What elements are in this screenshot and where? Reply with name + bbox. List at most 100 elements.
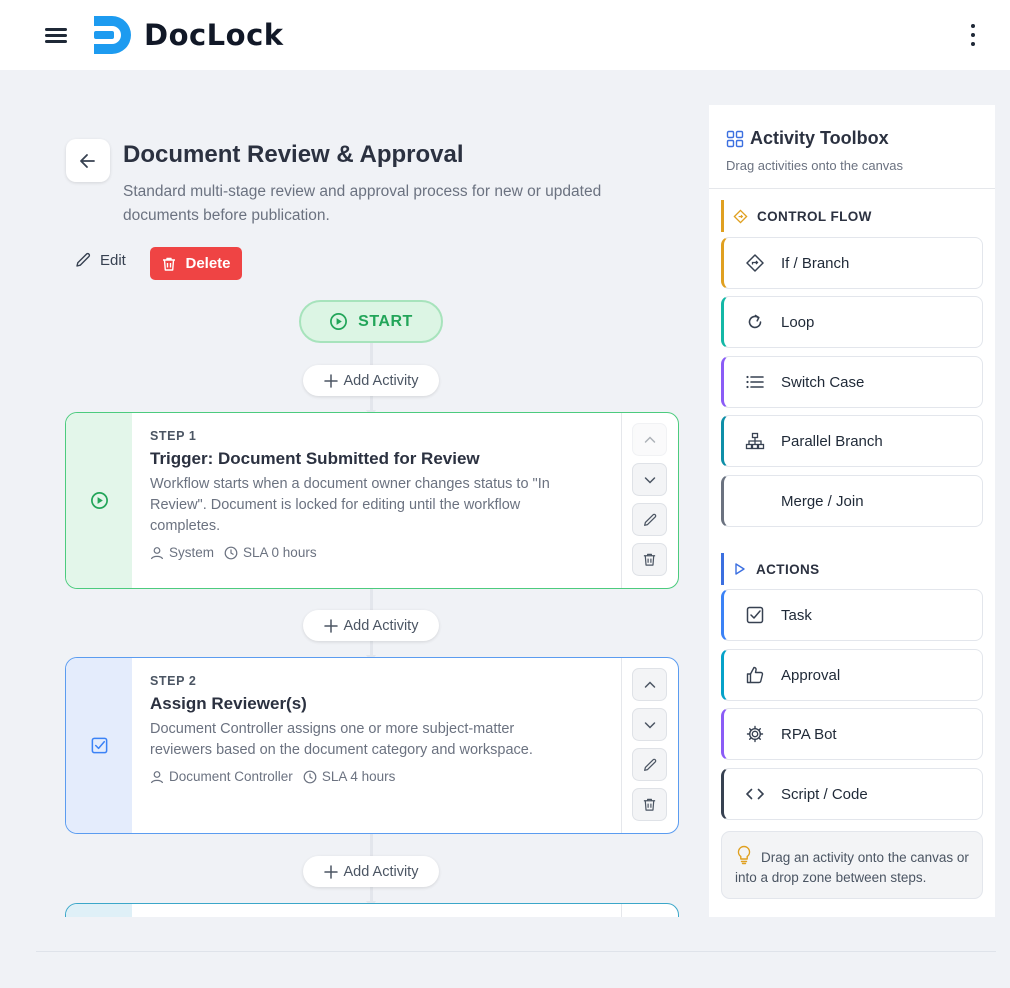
tool-script-code[interactable]: Script / Code <box>721 768 983 820</box>
tool-label: Task <box>781 606 812 624</box>
gear-icon <box>744 723 766 745</box>
move-up-button[interactable] <box>632 423 667 456</box>
step-description: Document Controller assigns one or more … <box>150 721 533 758</box>
diamond-icon <box>733 208 748 224</box>
play-outline-icon <box>735 563 745 575</box>
tool-merge-join[interactable]: Merge / Join <box>721 475 983 527</box>
step-actions <box>621 904 678 917</box>
edit-label: Edit <box>100 251 126 269</box>
delete-button[interactable]: Delete <box>150 247 242 280</box>
delete-step-button[interactable] <box>632 543 667 576</box>
toolbox-header: Activity Toolbox Drag activities onto th… <box>709 105 995 189</box>
play-circle-icon <box>330 313 348 330</box>
step-actions <box>621 413 678 588</box>
step-owner: System <box>169 545 215 560</box>
step-icon-strip <box>66 904 132 917</box>
more-options-icon[interactable] <box>962 22 984 50</box>
section-title: CONTROL FLOW <box>757 208 872 224</box>
page-title: Document Review & Approval <box>123 141 464 168</box>
edit-button[interactable]: Edit <box>74 251 126 269</box>
tool-label: RPA Bot <box>781 725 837 743</box>
step-description: Workflow starts when a document owner ch… <box>150 476 550 534</box>
move-down-button[interactable] <box>632 708 667 741</box>
chevron-down-icon <box>644 476 655 484</box>
tool-if-branch[interactable]: If / Branch <box>721 237 983 289</box>
back-button[interactable] <box>66 139 110 182</box>
grid-icon <box>726 130 744 148</box>
pencil-icon <box>643 758 656 771</box>
trash-icon <box>643 553 656 566</box>
chevron-up-icon <box>644 435 655 443</box>
footer-divider <box>36 951 996 952</box>
move-down-button[interactable] <box>632 463 667 496</box>
workflow-canvas[interactable]: START Add Activity STEP 1 Trigger: Docum… <box>36 290 696 917</box>
tool-label: Loop <box>781 313 815 331</box>
app-logo[interactable]: DocLock <box>92 12 284 58</box>
start-node[interactable]: START <box>299 300 443 343</box>
edit-step-button[interactable] <box>632 503 667 536</box>
branch-icon <box>744 252 766 274</box>
plus-icon <box>323 373 338 388</box>
chevron-up-icon <box>644 680 655 688</box>
add-activity-label: Add Activity <box>343 863 419 880</box>
play-circle-icon <box>90 492 108 509</box>
tool-approval[interactable]: Approval <box>721 649 983 701</box>
tool-parallel-branch[interactable]: Parallel Branch <box>721 415 983 467</box>
step-icon-strip <box>66 413 132 588</box>
add-activity-label: Add Activity <box>343 372 419 389</box>
workflow-step-card[interactable]: STEP 1 Trigger: Document Submitted for R… <box>65 412 679 589</box>
merge-icon <box>744 490 766 512</box>
user-icon <box>150 770 164 783</box>
pencil-icon <box>76 252 91 267</box>
tool-rpa-bot[interactable]: RPA Bot <box>721 708 983 760</box>
menu-icon[interactable] <box>44 24 70 46</box>
move-up-button[interactable] <box>632 668 667 701</box>
workflow-step-card[interactable] <box>65 903 679 917</box>
section-control-flow: CONTROL FLOW <box>721 200 981 232</box>
toolbox-tip: Drag an activity onto the canvas or into… <box>721 831 983 899</box>
tool-label: Parallel Branch <box>781 432 883 450</box>
list-icon <box>744 371 766 393</box>
add-activity-button[interactable]: Add Activity <box>303 610 439 641</box>
tool-task[interactable]: Task <box>721 589 983 641</box>
arrow-left-icon <box>80 153 95 168</box>
clock-icon <box>224 546 238 559</box>
delete-step-button[interactable] <box>632 788 667 821</box>
add-activity-button[interactable]: Add Activity <box>303 856 439 887</box>
trash-icon <box>643 798 656 811</box>
tool-label: Switch Case <box>781 373 865 391</box>
chevron-down-icon <box>644 721 655 729</box>
add-activity-button[interactable]: Add Activity <box>303 365 439 396</box>
trash-icon <box>163 257 176 271</box>
workflow-step-card[interactable]: STEP 2 Assign Reviewer(s) Document Contr… <box>65 657 679 834</box>
section-title: ACTIONS <box>756 561 820 577</box>
step-title: Trigger: Document Submitted for Review <box>150 449 480 468</box>
doclock-logo-icon <box>94 16 131 54</box>
tool-label: Approval <box>781 666 841 684</box>
step-title: Assign Reviewer(s) <box>150 694 307 713</box>
tip-text: Drag an activity onto the canvas or into… <box>735 850 969 885</box>
activity-toolbox: Activity Toolbox Drag activities onto th… <box>709 105 995 917</box>
step-actions <box>621 658 678 833</box>
tool-loop[interactable]: Loop <box>721 296 983 348</box>
hierarchy-icon <box>744 430 766 452</box>
tool-switch-case[interactable]: Switch Case <box>721 356 983 408</box>
loop-icon <box>744 311 766 333</box>
edit-step-button[interactable] <box>632 748 667 781</box>
section-actions: ACTIONS <box>721 553 981 585</box>
add-activity-label: Add Activity <box>343 617 419 634</box>
delete-label: Delete <box>185 255 231 272</box>
top-bar: DocLock <box>0 0 1010 70</box>
checkbox-icon <box>91 737 107 754</box>
page-description: Standard multi-stage review and approval… <box>123 183 602 224</box>
clock-icon <box>303 770 317 783</box>
thumbs-up-icon <box>744 664 766 686</box>
plus-icon <box>323 864 338 879</box>
step-sla: SLA 4 hours <box>321 769 396 784</box>
step-number: STEP 1 <box>150 429 197 443</box>
user-icon <box>150 546 164 559</box>
tool-label: If / Branch <box>781 254 850 272</box>
logo-text: DocLock <box>144 18 284 52</box>
tool-label: Merge / Join <box>781 492 864 510</box>
task-check-icon <box>744 604 766 626</box>
